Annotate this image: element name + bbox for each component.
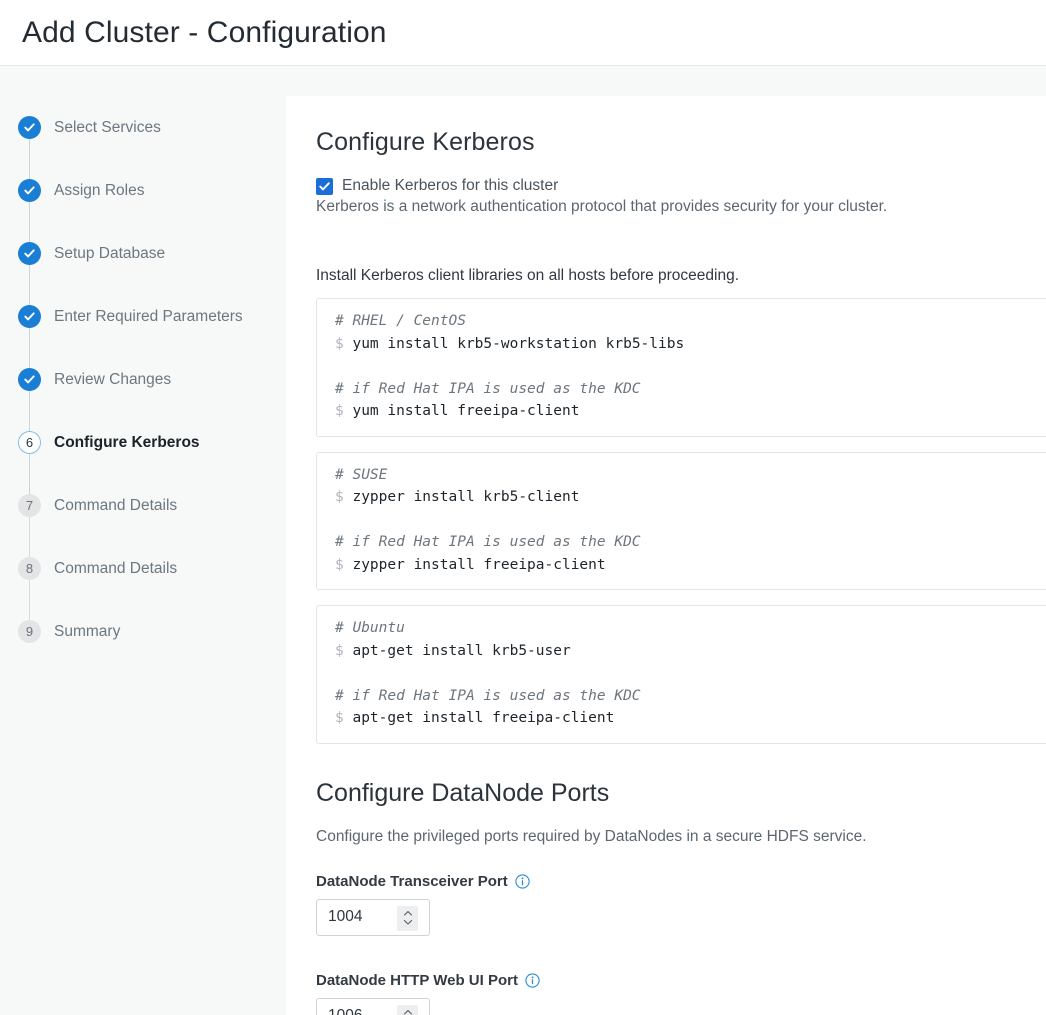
wizard-step-8[interactable]: 8 Command Details [0,537,286,632]
code-command-line: $ zypper install freeipa-client [335,554,1046,577]
code-block-rhel-centos: # RHEL / CentOS $ yum install krb5-workst… [316,298,1046,437]
stepper-buttons[interactable] [397,1004,418,1015]
port-field-label-text: DataNode Transceiver Port [316,872,508,890]
port-number-stepper[interactable] [316,997,430,1015]
shell-prompt-symbol: $ [335,489,344,505]
step-number-badge: 6 [18,431,41,454]
wizard-step-label: Configure Kerberos [54,433,200,451]
main-content-panel: Configure Kerberos Enable Kerberos for t… [286,96,1046,1015]
stepper-decrement-icon[interactable] [403,919,413,926]
wizard-step-1[interactable]: Select Services [0,96,286,191]
port-fields-container: DataNode Transceiver Port DataNode HTTP W… [316,873,1046,1015]
wizard-step-3[interactable]: Setup Database [0,222,286,317]
shell-prompt-symbol: $ [335,710,344,726]
port-field-group: DataNode HTTP Web UI Port [316,972,1046,1015]
info-icon[interactable] [515,873,530,889]
code-command-text: apt-get install krb5-user [343,642,571,659]
check-icon [18,242,41,265]
kerberos-helper-text: Kerberos is a network authentication pro… [316,198,888,215]
code-command-text: zypper install krb5-client [343,489,580,505]
code-line-spacer [335,662,1046,685]
code-command-text: yum install krb5-workstation krb5-libs [343,335,685,352]
page-title: Add Cluster - Configuration [22,16,387,49]
code-command-text: yum install freeipa-client [343,403,580,419]
wizard-step-label: Command Details [54,559,178,577]
wizard-step-4[interactable]: Enter Required Parameters [0,285,286,380]
wizard-step-label: Setup Database [54,244,166,262]
check-icon [18,368,41,391]
enable-kerberos-checkbox-row[interactable]: Enable Kerberos for this cluster [316,177,1046,195]
code-command-line: $ apt-get install krb5-user [335,640,1046,663]
code-command-line: $ yum install krb5-workstation krb5-libs [335,333,1046,356]
port-input[interactable] [328,908,388,926]
wizard-step-7[interactable]: 7 Command Details [0,474,286,569]
code-comment-line: # Ubuntu [335,620,405,636]
shell-prompt-symbol: $ [335,403,344,419]
datanode-ports-description: Configure the privileged ports required … [316,827,867,845]
section-title-configure-kerberos: Configure Kerberos [316,128,535,156]
stepper-buttons[interactable] [397,905,418,931]
shell-prompt-symbol: $ [335,556,344,573]
wizard-step-9[interactable]: 9 Summary [0,600,286,663]
port-input[interactable] [328,1007,388,1015]
shell-prompt-symbol: $ [335,335,344,352]
info-icon[interactable] [525,972,540,988]
code-line-spacer [335,509,1046,532]
wizard-step-label: Enter Required Parameters [54,307,243,325]
code-command-text: apt-get install freeipa-client [343,710,615,726]
step-number-badge: 9 [18,620,41,643]
code-command-line: $ yum install freeipa-client [335,400,1046,423]
code-comment-line: # RHEL / CentOS [335,313,466,329]
code-comment-line: # if Red Hat IPA is used as the KDC [335,380,641,397]
wizard-step-label: Select Services [54,118,161,136]
port-field-label: DataNode Transceiver Port [316,873,1046,890]
code-command-line: $ apt-get install freeipa-client [335,707,1046,730]
check-icon [18,305,41,328]
port-field-label: DataNode HTTP Web UI Port [316,972,1046,989]
check-icon [18,116,41,139]
wizard-step-label: Assign Roles [54,181,145,199]
enable-kerberos-label: Enable Kerberos for this cluster [342,177,559,194]
wizard-step-label: Summary [54,622,121,640]
code-comment-line: # if Red Hat IPA is used as the KDC [335,687,641,704]
wizard-step-5[interactable]: Review Changes [0,348,286,443]
code-line-spacer [335,355,1046,378]
install-libraries-note: Install Kerberos client libraries on all… [316,267,740,284]
port-number-stepper[interactable] [316,898,430,936]
wizard-step-2[interactable]: Assign Roles [0,159,286,254]
code-comment-line: # SUSE [335,466,388,483]
code-command-line: $ zypper install krb5-client [335,486,1046,509]
step-number-badge: 8 [18,557,41,580]
code-blocks-container: # RHEL / CentOS $ yum install krb5-workst… [316,298,1046,744]
wizard-step-label: Command Details [54,496,178,514]
page-header: Add Cluster - Configuration [0,0,1046,66]
step-number-badge: 7 [18,494,41,517]
stepper-increment-icon[interactable] [403,910,413,917]
port-field-group: DataNode Transceiver Port [316,873,1046,936]
shell-prompt-symbol: $ [335,642,344,659]
add-cluster-configuration-page: Add Cluster - Configuration Select Servi… [0,0,1046,1015]
code-block-suse: # SUSE $ zypper install krb5-client # if … [316,451,1046,590]
check-icon [18,179,41,202]
port-field-label-text: DataNode HTTP Web UI Port [316,971,518,989]
checkbox-checked-icon[interactable] [316,177,333,195]
wizard-step-6[interactable]: 6 Configure Kerberos [0,411,286,506]
code-comment-line: # if Red Hat IPA is used as the KDC [335,534,641,550]
section-title-configure-datanode-ports: Configure DataNode Ports [316,778,610,807]
wizard-step-label: Review Changes [54,370,172,388]
wizard-step-sidebar: Select Services Assign Roles Setup Databas… [0,66,286,1015]
stepper-increment-icon[interactable] [403,1009,413,1015]
code-command-text: zypper install freeipa-client [343,556,606,573]
code-block-ubuntu: # Ubuntu $ apt-get install krb5-user # if… [316,605,1046,744]
body-area: Select Services Assign Roles Setup Databas… [0,66,1046,1015]
